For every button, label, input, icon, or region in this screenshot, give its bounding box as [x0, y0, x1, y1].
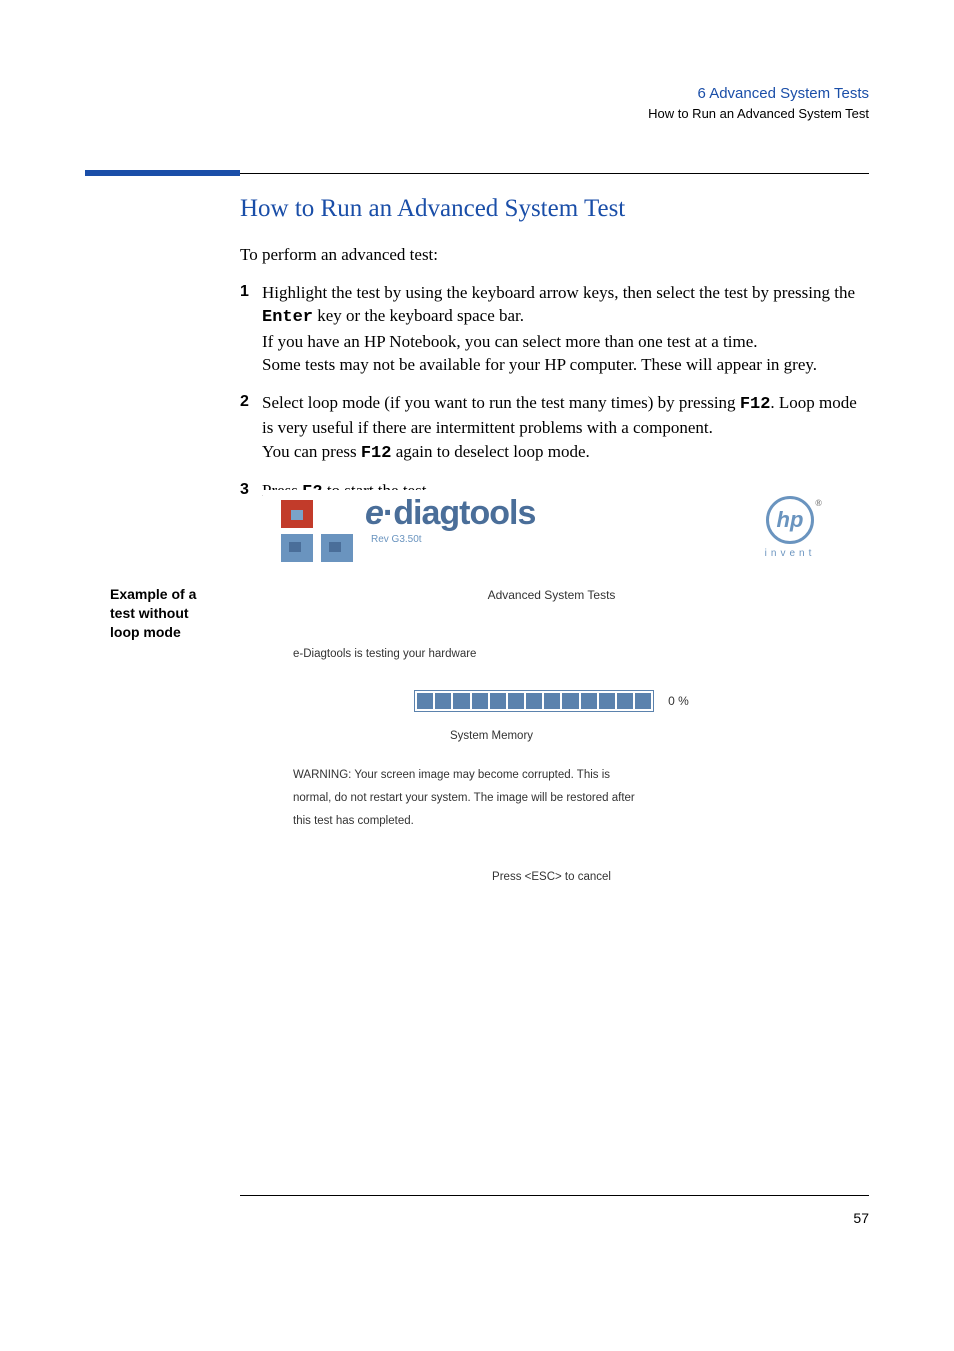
warning-line-2: normal, do not restart your system. The …	[293, 787, 810, 810]
registered-icon: ®	[815, 498, 822, 508]
key-f12: F12	[740, 395, 771, 414]
ediagtools-rev: Rev G3.50t	[371, 534, 422, 545]
main-content: How to Run an Advanced System Test To pe…	[240, 195, 869, 519]
step-text: Highlight the test by using the keyboard…	[262, 281, 869, 377]
embedded-screenshot: e·diagtools Rev G3.50t ® hp invent Advan…	[263, 490, 840, 934]
ediagtools-logo: e·diagtools	[365, 494, 535, 533]
step-number: 3	[240, 479, 262, 504]
screenshot-title: Advanced System Tests	[263, 588, 840, 602]
margin-note: Example of a test without loop mode	[110, 585, 220, 642]
warning-line-1: WARNING: Your screen image may become co…	[293, 764, 810, 787]
page-number: 57	[853, 1210, 869, 1226]
cancel-instruction: Press <ESC> to cancel	[293, 871, 810, 883]
step-number: 2	[240, 391, 262, 465]
page-header: 6 Advanced System Tests How to Run an Ad…	[648, 85, 869, 121]
progress-bar	[414, 690, 654, 712]
blue-rule-tab	[85, 170, 240, 176]
key-f12: F12	[361, 444, 392, 463]
top-rule	[240, 173, 869, 174]
step-text: Select loop mode (if you want to run the…	[262, 391, 869, 465]
test-name-label: System Memory	[173, 730, 810, 742]
screenshot-header: e·diagtools Rev G3.50t ® hp invent	[263, 490, 840, 570]
bottom-rule	[240, 1195, 869, 1196]
hp-circle-icon: hp	[766, 496, 814, 544]
step-1: 1 Highlight the test by using the keyboa…	[240, 281, 869, 377]
intro-text: To perform an advanced test:	[240, 245, 869, 265]
chapter-label: 6 Advanced System Tests	[648, 85, 869, 102]
key-enter: Enter	[262, 308, 313, 327]
section-label: How to Run an Advanced System Test	[648, 106, 869, 121]
screenshot-body: e-Diagtools is testing your hardware 0 %…	[263, 602, 840, 883]
step-2: 2 Select loop mode (if you want to run t…	[240, 391, 869, 465]
hp-logo: ® hp invent	[754, 496, 826, 559]
section-title: How to Run an Advanced System Test	[240, 195, 869, 223]
hp-invent-label: invent	[754, 548, 826, 559]
ediagtools-squares-icon	[281, 500, 357, 564]
progress-row: 0 %	[293, 690, 810, 712]
progress-percent: 0 %	[668, 694, 689, 708]
warning-line-3: this test has completed.	[293, 810, 810, 833]
testing-label: e-Diagtools is testing your hardware	[293, 648, 810, 660]
step-number: 1	[240, 281, 262, 377]
